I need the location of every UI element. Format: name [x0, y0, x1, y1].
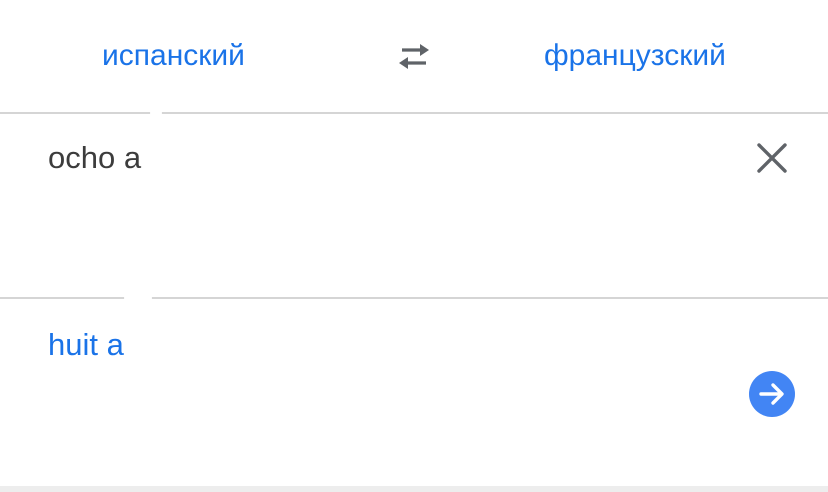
language-bar: испанский французский — [0, 0, 828, 112]
source-language-button[interactable]: испанский — [102, 34, 245, 78]
output-area: huit a — [0, 299, 828, 485]
open-translation-button[interactable] — [749, 371, 795, 417]
input-area[interactable]: ocho a — [0, 114, 828, 297]
swap-arrows-icon — [399, 44, 429, 69]
translation-result[interactable]: huit a — [48, 327, 124, 363]
clear-input-button[interactable] — [752, 138, 792, 178]
target-language-button[interactable]: французский — [544, 34, 726, 78]
swap-languages-button[interactable] — [392, 36, 436, 76]
translator-panel: испанский французский ocho a huit a — [0, 0, 828, 492]
arrow-right-icon — [759, 383, 784, 405]
bottom-strip — [0, 486, 828, 492]
close-icon — [757, 143, 787, 173]
source-text-input[interactable]: ocho a — [48, 140, 141, 176]
